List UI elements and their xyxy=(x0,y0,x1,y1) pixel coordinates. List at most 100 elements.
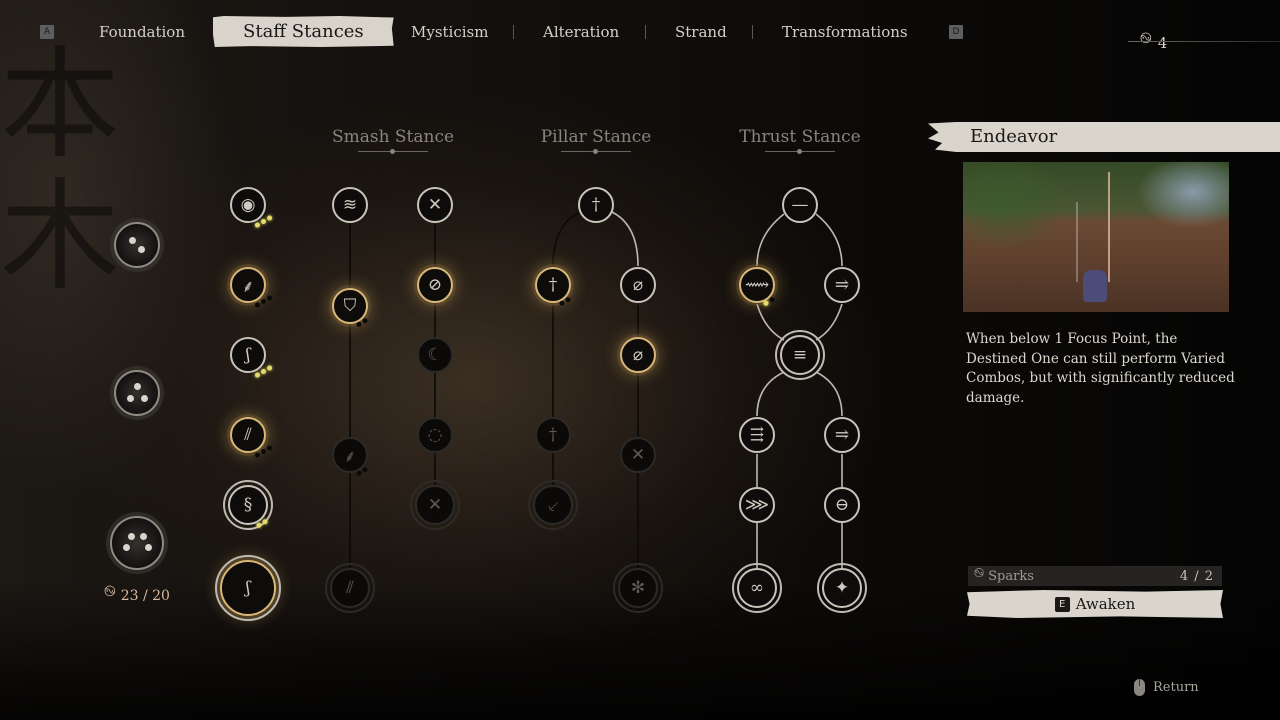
pillar-skill-8[interactable]: ✻ xyxy=(613,563,663,613)
thrust-skill-4[interactable]: ≡ xyxy=(775,330,825,380)
pip xyxy=(140,533,147,540)
pip xyxy=(141,395,148,402)
spark-swirl-icon: ࿊ xyxy=(974,565,985,581)
skill-glyph-icon: ≡ xyxy=(792,345,808,365)
skill-glyph-icon: ✕ xyxy=(630,445,646,465)
skill-glyph-icon: ☾ xyxy=(427,345,443,365)
skill-glyph-icon: † xyxy=(548,425,558,445)
skill-spiral-staff[interactable]: ⸙ xyxy=(230,267,266,303)
skill-focus-drop[interactable]: ◉ xyxy=(230,187,266,223)
pip xyxy=(127,395,134,402)
skill-description: When below 1 Focus Point, the Destined O… xyxy=(966,331,1235,406)
skill-glyph-icon: ⫽ xyxy=(346,578,354,598)
skill-preview-video xyxy=(963,162,1229,312)
connector xyxy=(756,213,785,267)
return-button[interactable]: Return xyxy=(1134,679,1199,696)
skill-glyph-icon: ⌀ xyxy=(632,275,644,295)
connector xyxy=(815,213,843,267)
thrust-skill-3[interactable]: ⥤ xyxy=(824,267,860,303)
skill-glyph-icon: ⸙ xyxy=(343,446,357,467)
relic-four-pips[interactable] xyxy=(110,516,164,570)
skill-glyph-icon: ⥤ xyxy=(834,275,850,295)
connector xyxy=(611,211,639,267)
pip xyxy=(134,383,141,390)
spark-swirl-icon: ࿊ xyxy=(104,582,116,600)
smash-skill-1[interactable]: ≋ xyxy=(332,187,368,223)
skill-glyph-icon: ⥤ xyxy=(834,425,850,445)
pillar-skill-4[interactable]: ⸔ xyxy=(528,480,578,530)
skill-glyph-icon: ⸙ xyxy=(241,276,255,297)
skill-glyph-icon: ✻ xyxy=(630,578,646,598)
connector xyxy=(756,303,785,341)
skill-glyph-icon: ✕ xyxy=(427,195,443,215)
relic-spark-count: ࿊ 23 / 20 xyxy=(104,575,170,617)
pip xyxy=(145,544,152,551)
skill-glyph-icon: ∞ xyxy=(749,578,765,598)
smash-skill-5[interactable]: ✕ xyxy=(417,187,453,223)
relic-two-pips[interactable] xyxy=(114,222,160,268)
preview-afterimage xyxy=(1076,202,1078,282)
thrust-skill-1[interactable]: — xyxy=(782,187,818,223)
connector xyxy=(756,371,785,417)
smash-skill-6[interactable]: ⊘ xyxy=(417,267,453,303)
connector xyxy=(815,303,843,341)
skill-detail-title: Endeavor xyxy=(928,122,1280,152)
skill-glyph-icon: ⛉ xyxy=(343,296,357,316)
preview-staff xyxy=(1108,172,1110,282)
thrust-skill-7[interactable]: ⋙ xyxy=(739,487,775,523)
skill-spin-staff[interactable]: ⫽ xyxy=(230,417,266,453)
relic-count-value: 23 / 20 xyxy=(120,588,170,604)
return-label: Return xyxy=(1153,680,1199,695)
skill-glyph-icon: ⊘ xyxy=(427,275,443,295)
skill-dragon-coil[interactable]: § xyxy=(223,480,273,530)
sparks-value: 4 / 2 xyxy=(1179,568,1214,584)
sparks-cost-row: ࿊ Sparks 4 / 2 xyxy=(968,566,1222,586)
pip xyxy=(128,533,135,540)
awaken-button[interactable]: E Awaken xyxy=(967,590,1223,618)
skill-glyph-icon: ⇶ xyxy=(749,425,765,445)
relic-three-pips[interactable] xyxy=(114,370,160,416)
smash-skill-8[interactable]: ◌ xyxy=(417,417,453,453)
skill-glyph-icon: ʃ xyxy=(245,578,251,598)
skill-glyph-icon: ✦ xyxy=(834,578,850,598)
smash-skill-7[interactable]: ☾ xyxy=(417,337,453,373)
skill-glyph-icon: ⋙ xyxy=(744,495,770,515)
connector xyxy=(815,371,843,417)
pillar-skill-3[interactable]: † xyxy=(535,417,571,453)
sparks-label: Sparks xyxy=(988,568,1034,584)
pillar-skill-5[interactable]: ⌀ xyxy=(620,267,656,303)
awaken-label: Awaken xyxy=(1075,595,1136,613)
skill-endeavor[interactable]: ʃ xyxy=(215,555,281,621)
skill-glyph-icon: † xyxy=(548,275,558,295)
skill-glyph-icon: ⌀ xyxy=(632,345,644,365)
pillar-skill-7[interactable]: ✕ xyxy=(620,437,656,473)
pip xyxy=(138,246,145,253)
pip xyxy=(129,237,136,244)
pillar-skill-1[interactable]: † xyxy=(578,187,614,223)
skill-glyph-icon: § xyxy=(243,495,253,515)
skill-glyph-icon: ≋ xyxy=(342,195,358,215)
pip xyxy=(123,544,130,551)
skill-glyph-icon: ⫽ xyxy=(244,425,252,445)
thrust-skill-8[interactable]: ⊖ xyxy=(824,487,860,523)
mouse-icon xyxy=(1134,679,1145,696)
pillar-skill-6[interactable]: ⌀ xyxy=(620,337,656,373)
skill-glyph-icon: † xyxy=(591,195,601,215)
smash-skill-4[interactable]: ⫽ xyxy=(325,563,375,613)
skill-glyph-icon: ◉ xyxy=(240,195,256,215)
preview-character xyxy=(1083,270,1107,302)
thrust-skill-6[interactable]: ⥤ xyxy=(824,417,860,453)
thrust-skill-5[interactable]: ⇶ xyxy=(739,417,775,453)
smash-skill-9[interactable]: ✕ xyxy=(410,480,460,530)
skill-glyph-icon: ⟿ xyxy=(744,275,770,295)
skill-glyph-icon: ⸔ xyxy=(546,496,560,517)
skill-glyph-icon: ⊖ xyxy=(834,495,850,515)
skill-hook-strike[interactable]: ʃ xyxy=(230,337,266,373)
thrust-skill-10[interactable]: ✦ xyxy=(817,563,867,613)
skill-glyph-icon: ◌ xyxy=(427,425,443,445)
skill-glyph-icon: — xyxy=(791,195,809,215)
connector xyxy=(552,211,581,267)
e-key-icon: E xyxy=(1054,596,1070,612)
skill-glyph-icon: ✕ xyxy=(427,495,443,515)
thrust-skill-9[interactable]: ∞ xyxy=(732,563,782,613)
